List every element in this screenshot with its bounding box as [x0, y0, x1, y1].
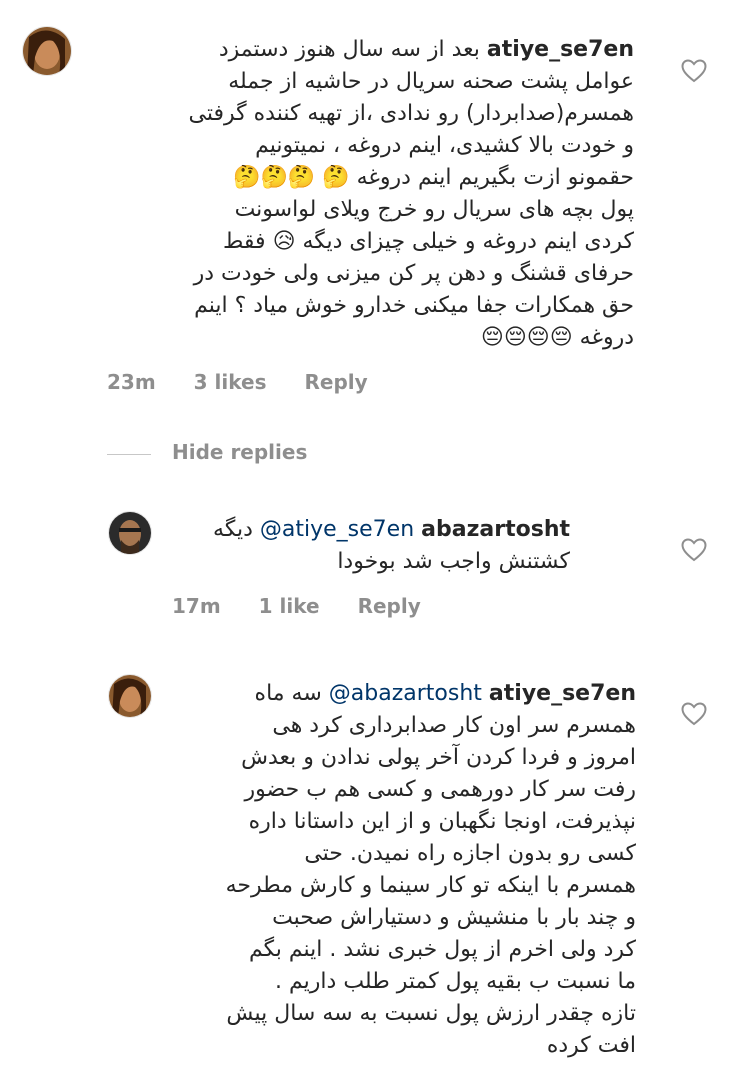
comment-line: سه ماه [254, 681, 322, 706]
avatar-photo [109, 512, 151, 554]
comment-text: atiye_se7en بعد از سه سال هنوز دستمزد عو… [74, 34, 634, 354]
comment-line: دیگه [213, 517, 253, 542]
comment-text: atiye_se7en @abazartosht سه ماه همسرم سر… [116, 678, 636, 1062]
comment-line: امروز و فردا کردن آخر پولی ندادن و بعدش [241, 745, 636, 770]
comment-line: و چند بار با منشیش و دستیاراش صحبت [272, 905, 636, 930]
comment-line: کرد ولی اخرم از پول خبری نشد . اینم بگم [248, 937, 636, 962]
comment-text: abazartosht @atiye_se7en دیگه کشتنش واجب… [150, 514, 570, 578]
comment-line: حقمونو ازت بگیریم اینم دروغه 🤔 🤔🤔🤔 [233, 165, 634, 190]
comment-username[interactable]: atiye_se7en [487, 37, 634, 62]
avatar[interactable] [22, 26, 72, 76]
avatar[interactable] [108, 511, 152, 555]
comment-meta: 23m 3 likes Reply [107, 370, 406, 394]
comment-line: و خودت بالا کشیدی، اینم دروغه ، نمیتونیم [255, 133, 634, 158]
comment-line: پول بچه های سریال رو خرج ویلای لواسونت [234, 197, 634, 222]
heart-outline-icon[interactable] [681, 538, 707, 562]
comment-time: 17m [172, 594, 221, 618]
comment-line: نپذیرفت، اونجا نگهبان و از این داستانا د… [248, 809, 636, 834]
comment-line: حرفای قشنگ و دهن پر کن میزنی ولی خودت در [193, 261, 634, 286]
comment-line: همسرم با اینکه تو کار سینما و کارش مطرحه [225, 873, 636, 898]
likes-count[interactable]: 3 likes [194, 370, 267, 394]
comment-line: کردی اینم دروغه و خیلی چیزای دیگه 😥 فقط [223, 229, 634, 254]
heart-outline-icon[interactable] [681, 702, 707, 726]
divider [107, 454, 151, 455]
comment-line: همسرم سر اون کار صدابرداری کرد هی [272, 713, 636, 738]
comment-line: حق همکارات جفا میکنی خدارو خوش میاد ؟ ای… [194, 293, 634, 318]
avatar-photo [23, 27, 71, 75]
comment-username[interactable]: atiye_se7en [489, 681, 636, 706]
comment-username[interactable]: abazartosht [421, 517, 570, 542]
hide-replies-button[interactable]: Hide replies [172, 440, 307, 464]
comment-line: ما نسبت ب بقیه پول کمتر طلب داریم . [275, 969, 636, 994]
comment-line: افت کرده [546, 1033, 636, 1058]
comment-line: کشتنش واجب شد بوخودا [337, 549, 570, 574]
likes-count[interactable]: 1 like [259, 594, 320, 618]
mention-link[interactable]: @abazartosht [329, 681, 482, 706]
comment-line: عوامل پشت صحنه سریال در حاشیه از جمله [228, 69, 634, 94]
comment-line: تازه چقدر ارزش پول نسبت به سه سال پیش [226, 1001, 636, 1026]
mention-link[interactable]: @atiye_se7en [260, 517, 414, 542]
reply-button[interactable]: Reply [358, 594, 421, 618]
comment-line: دروغه 😔😔😔😔 [480, 325, 634, 350]
comment-line: کسی رو بدون اجازه راه نمیدن. حتی [304, 841, 636, 866]
comment-line: همسرم(صدابردار) رو ندادی ،از تهیه کننده … [188, 101, 634, 126]
reply-button[interactable]: Reply [305, 370, 368, 394]
comment-line: بعد از سه سال هنوز دستمزد [218, 37, 480, 62]
comment-line: رفت سر کار دورهمی و کسی هم ب حضور [244, 777, 636, 802]
comment-time: 23m [107, 370, 156, 394]
heart-outline-icon[interactable] [681, 59, 707, 83]
comment-meta: 17m 1 like Reply [172, 594, 459, 618]
